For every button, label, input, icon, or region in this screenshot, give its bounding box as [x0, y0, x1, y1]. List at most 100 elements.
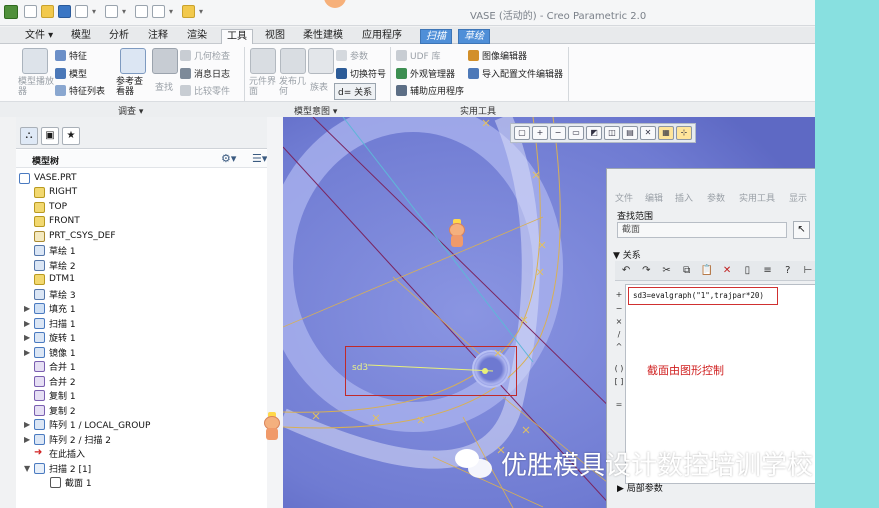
favorites-tab-icon[interactable]: ★ — [62, 127, 80, 145]
relations-button[interactable]: d= 关系 — [334, 83, 377, 100]
brackets-icon[interactable]: [ ] — [613, 377, 625, 386]
feature-button[interactable]: 特征 — [55, 49, 87, 62]
collapse-icon[interactable]: ▼ — [24, 464, 34, 473]
tree-item[interactable]: 草绘 1 — [34, 243, 76, 257]
compare-parts-button[interactable]: 比较零件 — [180, 84, 230, 97]
cut-icon[interactable]: ✂ — [658, 265, 674, 276]
tree-item[interactable]: 合并 1 — [34, 359, 76, 373]
regenerate-icon[interactable] — [135, 5, 148, 18]
expand-icon[interactable]: ▶ — [24, 333, 34, 342]
annotation-display-icon[interactable]: ▦ — [658, 126, 674, 140]
tab-sweep[interactable]: 扫描 — [420, 29, 452, 44]
minus-operator-icon[interactable]: − — [613, 304, 625, 313]
find-label[interactable]: 查找 — [155, 80, 173, 93]
model-tree-tab-icon[interactable]: ⛬ — [20, 127, 38, 145]
tree-item[interactable]: VASE.PRT — [19, 171, 77, 185]
tree-item[interactable]: ➜ 在此插入 — [34, 446, 85, 460]
copy-icon[interactable]: ⧉ — [679, 265, 695, 276]
undo-icon[interactable] — [75, 5, 88, 18]
expand-icon[interactable]: ▶ — [24, 319, 34, 328]
message-log-button[interactable]: 消息日志 — [180, 67, 230, 80]
new-file-icon[interactable] — [24, 5, 37, 18]
tree-item[interactable]: 截面 1 — [50, 475, 92, 489]
model-button[interactable]: 模型 — [55, 67, 87, 80]
appearance-manager-button[interactable]: 外观管理器 — [396, 67, 455, 80]
settings-icon[interactable]: ⚙▾ — [221, 152, 236, 165]
expand-icon[interactable]: ▶ — [24, 348, 34, 357]
graph-editor-button[interactable]: 图像编辑器 — [468, 49, 527, 62]
model-tree-scrollbar[interactable] — [267, 117, 283, 508]
expand-icon[interactable]: ▶ — [24, 435, 34, 444]
delete-icon[interactable]: ✕ — [719, 265, 735, 276]
undo-icon[interactable]: ↶ — [618, 265, 634, 276]
spin-center-icon[interactable]: ⊹ — [676, 126, 692, 140]
tree-item[interactable]: ▶ 阵列 1 / LOCAL_GROUP — [24, 417, 150, 431]
open-file-icon[interactable] — [41, 5, 54, 18]
tree-item[interactable]: 合并 2 — [34, 374, 76, 388]
group-investigate[interactable]: 调查 ▾ — [118, 104, 143, 117]
local-parameters-header[interactable]: ▶ 局部参数 — [617, 481, 663, 494]
menu-edit[interactable]: 编辑 — [645, 191, 663, 204]
tab-flexible-modeling[interactable]: 柔性建模 — [298, 29, 348, 44]
parentheses-icon[interactable]: ( ) — [613, 364, 625, 373]
tree-item[interactable]: 复制 1 — [34, 388, 76, 402]
insert-parameter-icon[interactable]: ⊢ — [800, 265, 815, 276]
tab-analysis[interactable]: 分析 — [104, 29, 134, 44]
show-icon[interactable]: ☰▾ — [252, 152, 267, 165]
tab-sketch[interactable]: 草绘 — [458, 29, 490, 44]
menu-parameters[interactable]: 参数 — [707, 191, 725, 204]
divide-operator-icon[interactable]: / — [613, 330, 625, 339]
redo-icon[interactable]: ↷ — [638, 265, 654, 276]
tab-file[interactable]: 文件 ▾ — [20, 29, 58, 44]
menu-show[interactable]: 显示 — [789, 191, 807, 204]
redo-dropdown-icon[interactable]: ▾ — [122, 5, 131, 18]
tab-view[interactable]: 视图 — [260, 29, 290, 44]
view-manager-icon[interactable]: ▤ — [622, 126, 638, 140]
zoom-in-icon[interactable]: + — [532, 126, 548, 140]
windows-icon[interactable] — [152, 5, 165, 18]
tab-model[interactable]: 模型 — [66, 29, 96, 44]
plus-operator-icon[interactable]: + — [613, 290, 625, 299]
display-style-icon[interactable]: ◩ — [586, 126, 602, 140]
feature-list-button[interactable]: 特征列表 — [55, 84, 105, 97]
find-icon[interactable] — [152, 48, 178, 74]
dimension-label[interactable]: sd3 — [352, 363, 368, 373]
tree-item[interactable]: ▶ 扫描 1 — [24, 316, 76, 330]
tree-item[interactable]: ▶ 阵列 2 / 扫描 2 — [24, 432, 111, 446]
expand-icon[interactable]: ▶ — [24, 304, 34, 313]
relations-section-header[interactable]: ▼ 关系 — [613, 248, 641, 261]
publish-geometry-icon[interactable] — [280, 48, 306, 74]
tree-item[interactable]: 草绘 2 — [34, 258, 76, 272]
tree-item[interactable]: ▶ 填充 1 — [24, 301, 76, 315]
select-pointer-icon[interactable]: ↖ — [793, 221, 810, 239]
menu-insert[interactable]: 插入 — [675, 191, 693, 204]
relation-line[interactable]: sd3=evalgraph("1",trajpar*20) — [628, 287, 778, 305]
evaluate-icon[interactable]: ▯ — [739, 265, 755, 276]
lookup-select[interactable]: 截面 — [617, 222, 787, 238]
switch-symbols-button[interactable]: 切换符号 — [336, 67, 386, 80]
tree-item[interactable]: ▼ 扫描 2 [1] — [24, 461, 91, 475]
multiply-operator-icon[interactable]: × — [613, 317, 625, 326]
udf-library-button[interactable]: UDF 库 — [396, 49, 441, 62]
sort-icon[interactable]: ? — [780, 265, 796, 276]
repaint-icon[interactable]: ▭ — [568, 126, 584, 140]
model-player-label[interactable]: 模型播放器 — [18, 77, 54, 97]
undo-dropdown-icon[interactable]: ▾ — [92, 5, 101, 18]
tree-item[interactable]: TOP — [34, 200, 67, 214]
save-icon[interactable] — [58, 5, 71, 18]
saved-orientations-icon[interactable]: ◫ — [604, 126, 620, 140]
datum-display-icon[interactable]: ✕ — [640, 126, 656, 140]
parameters-button[interactable]: 参数 — [336, 49, 368, 62]
tree-item[interactable]: 复制 2 — [34, 403, 76, 417]
import-config-editor-button[interactable]: 导入配置文件编辑器 — [468, 67, 563, 80]
paste-icon[interactable]: 📋 — [699, 265, 715, 276]
tree-item[interactable]: FRONT — [34, 214, 80, 228]
power-operator-icon[interactable]: ^ — [613, 342, 625, 351]
group-model-intent[interactable]: 模型意图 ▾ — [294, 104, 337, 117]
model-player-icon[interactable] — [22, 48, 48, 74]
equals-operator-icon[interactable]: = — [613, 400, 625, 409]
tab-tools[interactable]: 工具 — [221, 29, 253, 44]
folder-browser-tab-icon[interactable]: ▣ — [41, 127, 59, 145]
components-interface-icon[interactable] — [250, 48, 276, 74]
menu-utilities[interactable]: 实用工具 — [739, 191, 775, 204]
